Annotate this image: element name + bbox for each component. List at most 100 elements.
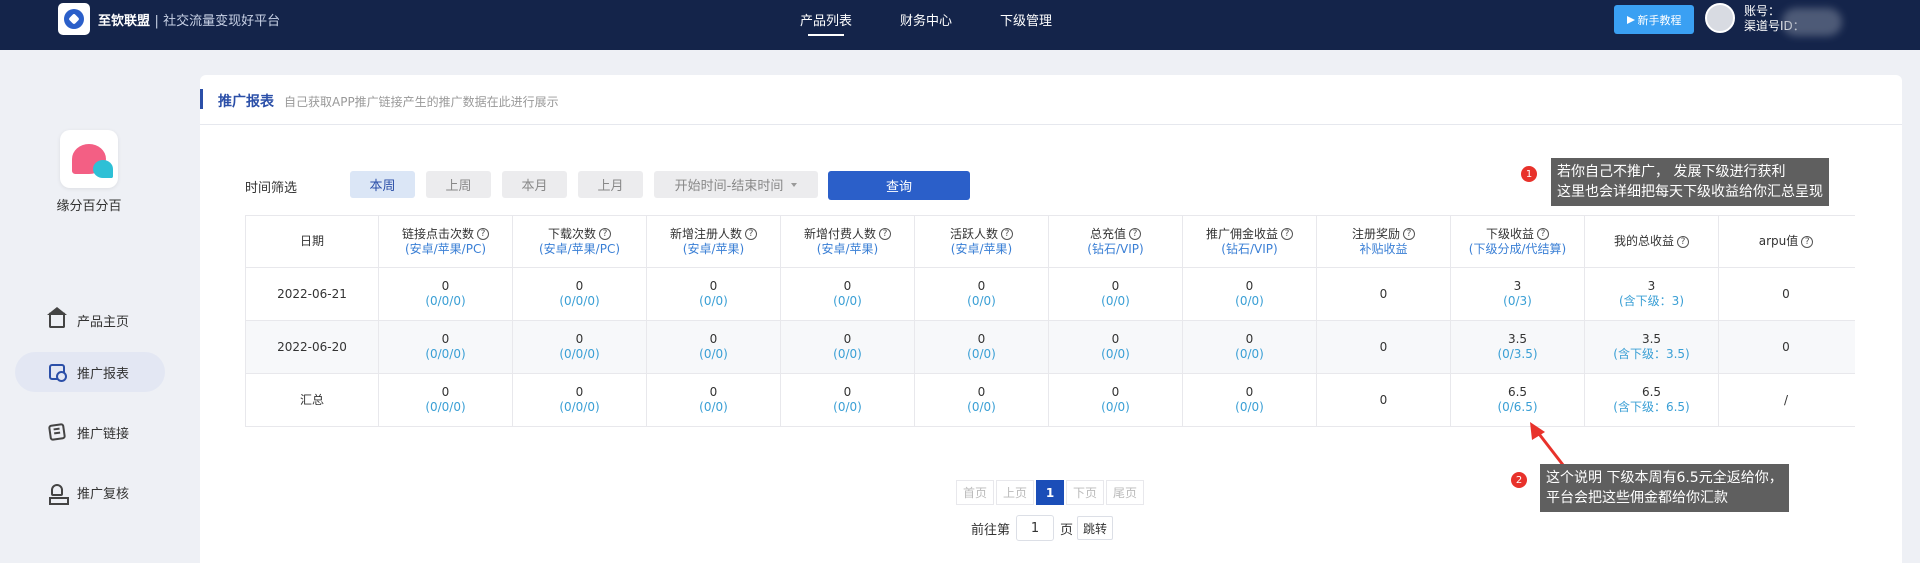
page-number-input[interactable]: 1 xyxy=(1016,515,1055,541)
cell-breakdown: (0/0/0) xyxy=(559,347,600,361)
sidebar-item-promotion-report[interactable]: 推广报表 xyxy=(15,352,165,392)
cell-breakdown: (0/0/0) xyxy=(425,400,466,414)
next-page-button[interactable]: 下页 xyxy=(1066,480,1104,505)
cell-breakdown: (0/0) xyxy=(1235,400,1264,414)
cell-breakdown: (0/0) xyxy=(967,400,996,414)
help-icon[interactable]: ? xyxy=(1677,235,1689,248)
column-subtitle: (安卓/苹果) xyxy=(816,241,879,256)
link-icon xyxy=(47,422,67,442)
redacted-account-patch xyxy=(1782,8,1842,36)
cell-value: / xyxy=(1783,392,1789,407)
brand-name: 至钦联盟 xyxy=(98,13,151,29)
page-title: 推广报表 xyxy=(218,94,274,110)
cell-value: 0 xyxy=(843,332,852,346)
column-title: 链接点击次数 xyxy=(401,226,474,241)
cell-value: 0 xyxy=(843,279,852,293)
help-icon[interactable]: ? xyxy=(599,228,611,240)
table-cell: 2022-06-20 xyxy=(245,321,379,373)
help-icon[interactable]: ? xyxy=(477,228,489,240)
table-cell: 0 (0/0) xyxy=(1183,374,1317,426)
table-row: 汇总 0 (0/0/0) 0 (0/0/0) 0 (0/0) 0 (0/0) 0 (0/0) 0 (0/… xyxy=(245,374,1855,427)
table-cell: 6.5 (含下级：6.5) xyxy=(1585,374,1719,426)
table-cell: 0 (0/0) xyxy=(1049,268,1183,320)
cell-value: 0 xyxy=(575,385,584,399)
sidebar: 缘分百分百 产品主页 推广报表 推广链接 推广复核 xyxy=(0,50,175,563)
cell-breakdown: (0/0/0) xyxy=(425,294,466,308)
cell-value: 0 xyxy=(709,385,718,399)
goto-prefix: 前往第 xyxy=(971,522,1011,538)
sidebar-item-promotion-review[interactable]: 推广复核 xyxy=(15,472,165,512)
help-icon[interactable]: ? xyxy=(1403,228,1415,240)
cell-value: 汇总 xyxy=(299,392,324,407)
top-navbar: 至钦联盟 | 社交流量变现好平台 产品列表 财务中心 下级管理 新手教程 账号：… xyxy=(0,0,1920,50)
first-page-button[interactable]: 首页 xyxy=(956,480,994,505)
filter-this-month[interactable]: 本月 xyxy=(502,171,567,198)
cell-value: 0 xyxy=(575,332,584,346)
help-icon[interactable]: ? xyxy=(1537,228,1549,240)
goto-suffix: 页 xyxy=(1060,522,1074,538)
table-cell: 0 xyxy=(1719,321,1853,373)
column-title: 新增注册人数 xyxy=(669,226,742,241)
column-subtitle: (钻石/VIP) xyxy=(1087,241,1144,256)
table-cell: 0 (0/0/0) xyxy=(379,268,513,320)
current-page-button[interactable]: 1 xyxy=(1036,480,1064,505)
table-cell: 0 (0/0) xyxy=(647,321,781,373)
table-cell: 3 (含下级：3) xyxy=(1585,268,1719,320)
column-subtitle: (安卓/苹果/PC) xyxy=(538,241,621,256)
help-icon[interactable]: ? xyxy=(1281,228,1293,240)
last-page-button[interactable]: 尾页 xyxy=(1106,480,1144,505)
help-icon[interactable]: ? xyxy=(1801,235,1814,248)
column-title: 我的总收益 xyxy=(1613,234,1674,248)
filter-last-week[interactable]: 上周 xyxy=(426,171,491,198)
jump-button[interactable]: 跳转 xyxy=(1077,516,1114,540)
sidebar-item-promotion-link[interactable]: 推广链接 xyxy=(15,412,165,452)
app-icon xyxy=(60,130,118,188)
table-cell: 0 xyxy=(1719,268,1853,320)
time-filter-label: 时间筛选 xyxy=(245,181,298,196)
date-range-picker[interactable]: 开始时间-结束时间 xyxy=(654,171,818,198)
column-subtitle: (安卓/苹果) xyxy=(950,241,1013,256)
cell-breakdown: (0/0) xyxy=(1101,347,1130,361)
nav-product-list[interactable]: 产品列表 xyxy=(800,10,852,36)
query-button[interactable]: 查询 xyxy=(828,171,970,200)
filter-this-week[interactable]: 本周 xyxy=(350,171,415,198)
help-icon[interactable]: ? xyxy=(1001,228,1013,240)
send-icon xyxy=(1626,15,1635,24)
guide-button[interactable]: 新手教程 xyxy=(1614,5,1694,34)
table-cell: 0 (0/0) xyxy=(1049,321,1183,373)
pagination: 首页 上页 1 下页 尾页 xyxy=(956,480,1146,505)
cell-breakdown: (0/0/0) xyxy=(559,294,600,308)
cell-value: 0 xyxy=(1111,279,1120,293)
column-header: 下载次数? (安卓/苹果/PC) xyxy=(513,216,647,267)
column-header: 下级收益? (下级分成/代结算) xyxy=(1451,216,1585,267)
cell-value: 0 xyxy=(1379,339,1388,354)
column-subtitle: (钻石/VIP) xyxy=(1221,241,1278,256)
cell-breakdown: (0/0) xyxy=(1235,294,1264,308)
cell-value: 0 xyxy=(441,385,450,399)
table-cell: 3 (0/3) xyxy=(1451,268,1585,320)
brand-logo[interactable]: 至钦联盟 | 社交流量变现好平台 xyxy=(58,3,280,35)
column-title: 推广佣金收益 xyxy=(1205,226,1278,241)
nav-subordinate-management[interactable]: 下级管理 xyxy=(1000,10,1052,34)
nav-finance-center[interactable]: 财务中心 xyxy=(900,10,952,34)
column-subtitle: (安卓/苹果) xyxy=(682,241,745,256)
cell-value: 0 xyxy=(575,279,584,293)
sidebar-item-product-home[interactable]: 产品主页 xyxy=(15,300,165,340)
prev-page-button[interactable]: 上页 xyxy=(996,480,1034,505)
help-icon[interactable]: ? xyxy=(879,228,891,240)
help-icon[interactable]: ? xyxy=(745,228,757,240)
cell-breakdown: (0/3) xyxy=(1503,294,1532,308)
cell-breakdown: (0/0/0) xyxy=(425,347,466,361)
filter-last-month[interactable]: 上月 xyxy=(578,171,643,198)
logo-icon xyxy=(58,3,90,35)
table-cell: 0 (0/0) xyxy=(647,268,781,320)
cell-value: 0 xyxy=(441,279,450,293)
cell-value: 0 xyxy=(1111,332,1120,346)
user-avatar[interactable] xyxy=(1705,3,1735,33)
cell-breakdown: (含下级：3.5) xyxy=(1613,347,1690,361)
cell-value: 0 xyxy=(1245,385,1254,399)
cell-value: 0 xyxy=(1245,279,1254,293)
page-header: 推广报表 自己获取APP推广链接产生的推广数据在此进行展示 xyxy=(200,75,1902,125)
table-cell: 0 xyxy=(1317,268,1451,320)
help-icon[interactable]: ? xyxy=(1129,228,1141,240)
